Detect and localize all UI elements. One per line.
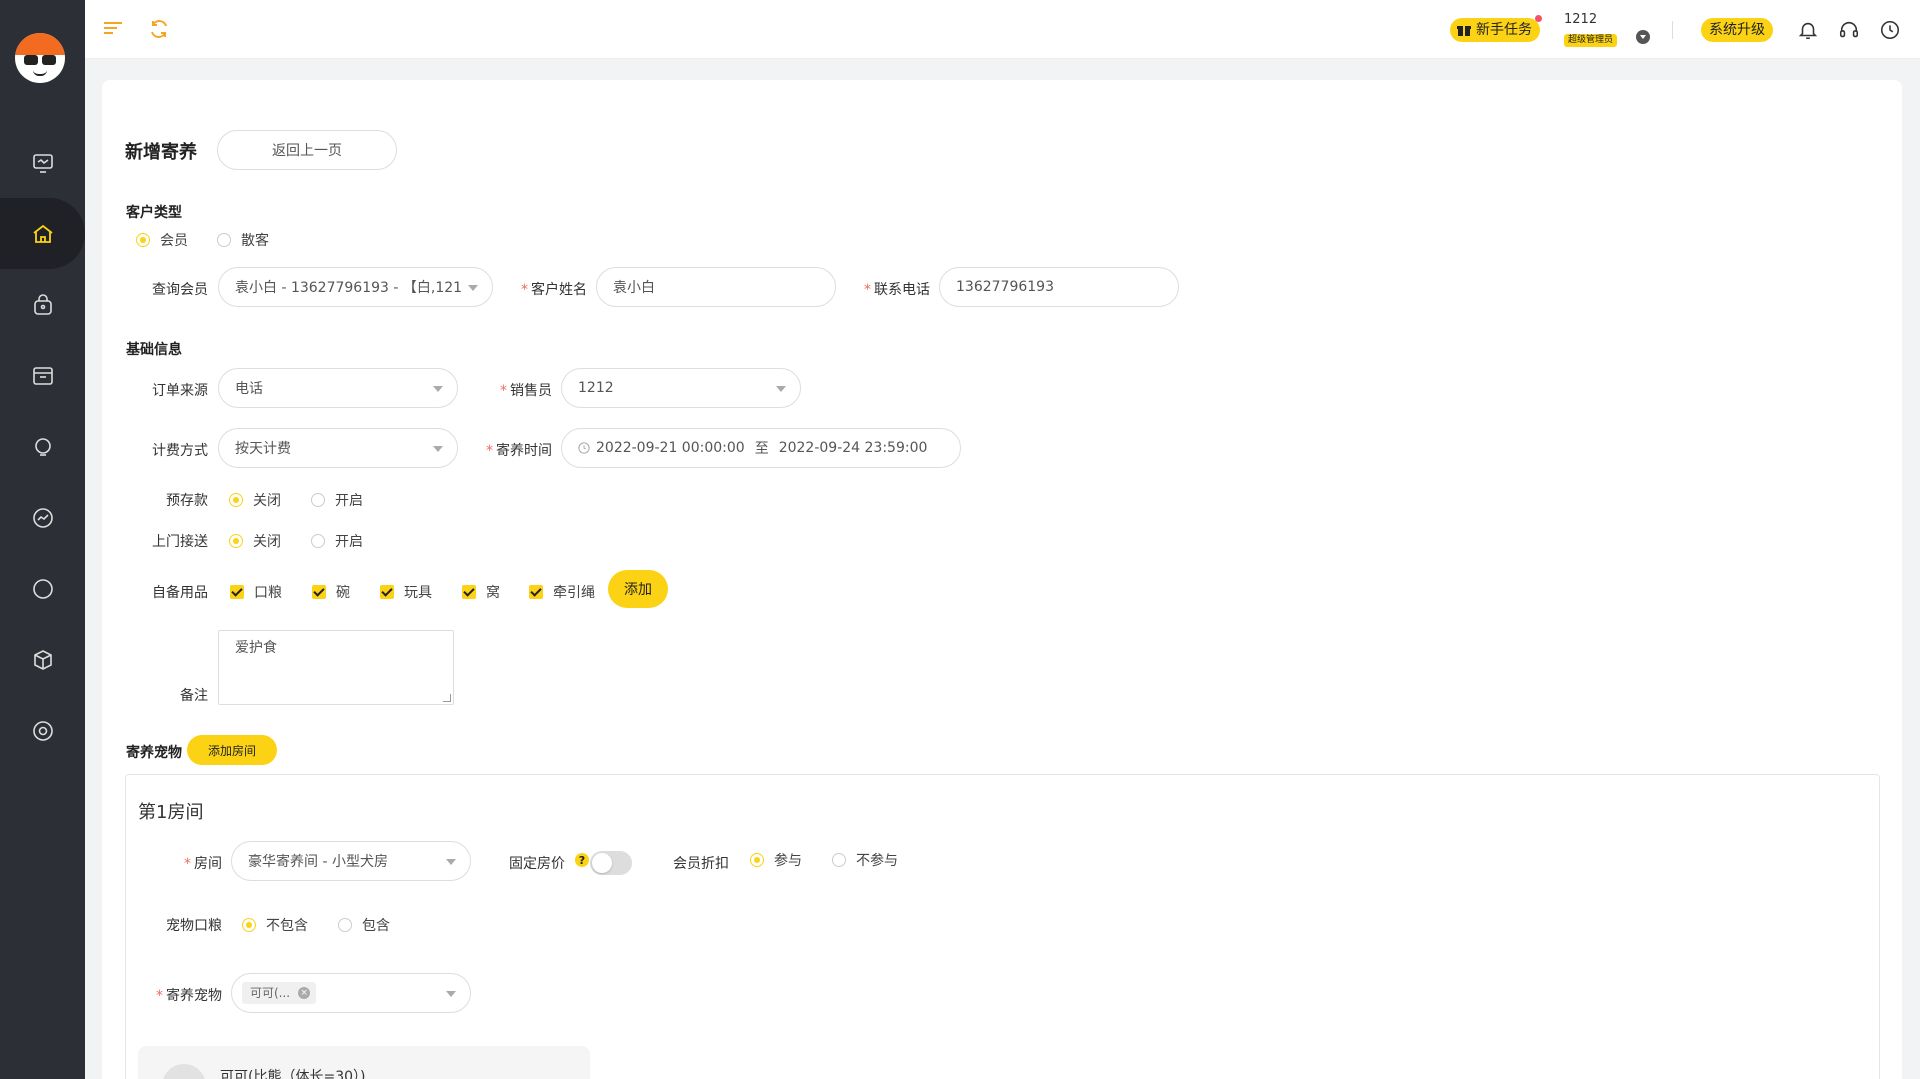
phone-input[interactable]: 13627796193 [939, 267, 1179, 307]
customer-type-title: 客户类型 [126, 205, 182, 221]
headset-icon[interactable] [1838, 19, 1860, 41]
pickup-off-radio[interactable]: 关闭 [229, 531, 281, 551]
page-title: 新增寄养 [125, 142, 197, 163]
clock-icon [578, 442, 590, 454]
bag-icon [33, 293, 52, 315]
order-source-label: 订单来源 [152, 383, 208, 399]
member-icon [34, 437, 51, 456]
sidebar-item-settings[interactable] [0, 695, 85, 766]
add-supply-button[interactable]: 添加 [608, 570, 668, 608]
basic-info-title: 基础信息 [126, 342, 182, 358]
fixed-price-toggle[interactable] [590, 851, 632, 875]
billing-label: 计费方式 [152, 443, 208, 459]
phone-label: * 联系电话 [864, 282, 930, 298]
pet-food-label: 宠物口粮 [166, 918, 222, 934]
sales-select[interactable]: 1212 [561, 368, 801, 408]
period-label: * 寄养时间 [486, 443, 552, 459]
sidebar-item-home[interactable] [0, 198, 85, 269]
supply-leash-checkbox[interactable]: 牵引绳 [529, 582, 595, 602]
supply-toy-checkbox[interactable]: 玩具 [380, 582, 432, 602]
resize-handle[interactable] [443, 694, 451, 702]
system-upgrade-button[interactable]: 系统升级 [1701, 17, 1773, 42]
customer-type-member-radio[interactable]: 会员 [136, 230, 188, 250]
menu-collapse-icon[interactable] [101, 17, 125, 41]
supplies-label: 自备用品 [152, 585, 208, 601]
query-member-select[interactable]: 袁小白 - 13627796193 - 【白,121 [218, 267, 493, 307]
customer-type-guest-radio[interactable]: 散客 [217, 230, 269, 250]
chat-icon [32, 578, 53, 599]
supply-bowl-checkbox[interactable]: 碗 [312, 582, 350, 602]
pickup-on-radio[interactable]: 开启 [311, 531, 363, 551]
home-icon [32, 224, 53, 243]
pet-card[interactable]: 可可(比熊（体长=30）) [138, 1046, 590, 1079]
divider [1672, 20, 1673, 39]
bell-icon[interactable] [1797, 19, 1819, 41]
pets-title: 寄养宠物 [126, 745, 182, 761]
pet-card-name: 可可(比熊（体长=30）) [220, 1069, 366, 1079]
order-source-select[interactable]: 电话 [218, 368, 458, 408]
remark-textarea[interactable]: 爱护食 [218, 630, 454, 705]
remark-label: 备注 [180, 688, 208, 704]
billing-select[interactable]: 按天计费 [218, 428, 458, 468]
fixed-price-label: 固定房价 [509, 856, 565, 872]
period-range-picker[interactable]: 2022-09-21 00:00:00 至 2022-09-24 23:59:0… [561, 428, 961, 468]
pickup-label: 上门接送 [152, 534, 208, 550]
newbie-task-button[interactable]: 新手任务 [1450, 14, 1542, 42]
gift-icon [1457, 25, 1471, 36]
supply-bed-checkbox[interactable]: 窝 [462, 582, 500, 602]
query-member-label: 查询会员 [152, 282, 208, 298]
sidebar-item-orders[interactable] [0, 269, 85, 340]
help-icon[interactable]: ? [575, 853, 589, 867]
refresh-icon[interactable] [147, 17, 171, 41]
room-title: 第1房间 [138, 802, 204, 823]
app-logo[interactable] [15, 33, 65, 83]
deposit-on-radio[interactable]: 开启 [311, 490, 363, 510]
notification-dot [1535, 14, 1542, 22]
sidebar-item-store[interactable] [0, 340, 85, 411]
room-label: * 房间 [184, 856, 222, 872]
discount-join-radio[interactable]: 参与 [750, 850, 802, 870]
food-included-radio[interactable]: 包含 [338, 915, 390, 935]
customer-name-label: * 客户姓名 [521, 282, 587, 298]
clock-icon[interactable] [1879, 19, 1901, 41]
sidebar [0, 0, 85, 1079]
boarding-pet-select[interactable]: 可可(... × [231, 973, 471, 1013]
pet-avatar [162, 1064, 206, 1079]
sidebar-item-inventory[interactable] [0, 624, 85, 695]
supply-food-checkbox[interactable]: 口粮 [230, 582, 282, 602]
sidebar-item-chat[interactable] [0, 553, 85, 624]
monitor-icon [32, 153, 53, 173]
period-start: 2022-09-21 00:00:00 [596, 440, 745, 456]
period-separator: 至 [754, 441, 769, 457]
store-icon [32, 366, 53, 385]
discount-skip-radio[interactable]: 不参与 [832, 850, 898, 870]
settings-icon [32, 720, 53, 741]
customer-name-input[interactable]: 袁小白 [596, 267, 836, 307]
user-menu[interactable]: 1212 超级管理员 [1564, 8, 1654, 52]
box-icon [33, 649, 52, 670]
period-end: 2022-09-24 23:59:00 [778, 440, 928, 456]
chart-icon [32, 507, 53, 528]
boarding-pet-label: * 寄养宠物 [156, 988, 222, 1004]
user-role-badge: 超级管理员 [1564, 33, 1618, 47]
sidebar-item-dashboard[interactable] [0, 127, 85, 198]
sales-label: * 销售员 [500, 383, 552, 399]
room-select[interactable]: 豪华寄养间 - 小型犬房 [231, 841, 471, 881]
user-name: 1212 [1564, 11, 1598, 27]
pet-tag: 可可(... × [242, 982, 317, 1004]
top-bar: 新手任务 1212 超级管理员 系统升级 [85, 0, 1920, 59]
sidebar-item-analytics[interactable] [0, 482, 85, 553]
member-discount-label: 会员折扣 [673, 856, 729, 872]
sidebar-item-members[interactable] [0, 411, 85, 482]
deposit-off-radio[interactable]: 关闭 [229, 490, 281, 510]
food-excluded-radio[interactable]: 不包含 [242, 915, 308, 935]
newbie-task-label: 新手任务 [1476, 21, 1532, 38]
chevron-down-icon[interactable] [1636, 29, 1650, 44]
back-button[interactable]: 返回上一页 [217, 130, 397, 170]
sidebar-nav [0, 127, 85, 766]
deposit-label: 预存款 [166, 493, 208, 509]
add-room-button[interactable]: 添加房间 [187, 735, 277, 765]
close-icon[interactable]: × [298, 987, 311, 999]
